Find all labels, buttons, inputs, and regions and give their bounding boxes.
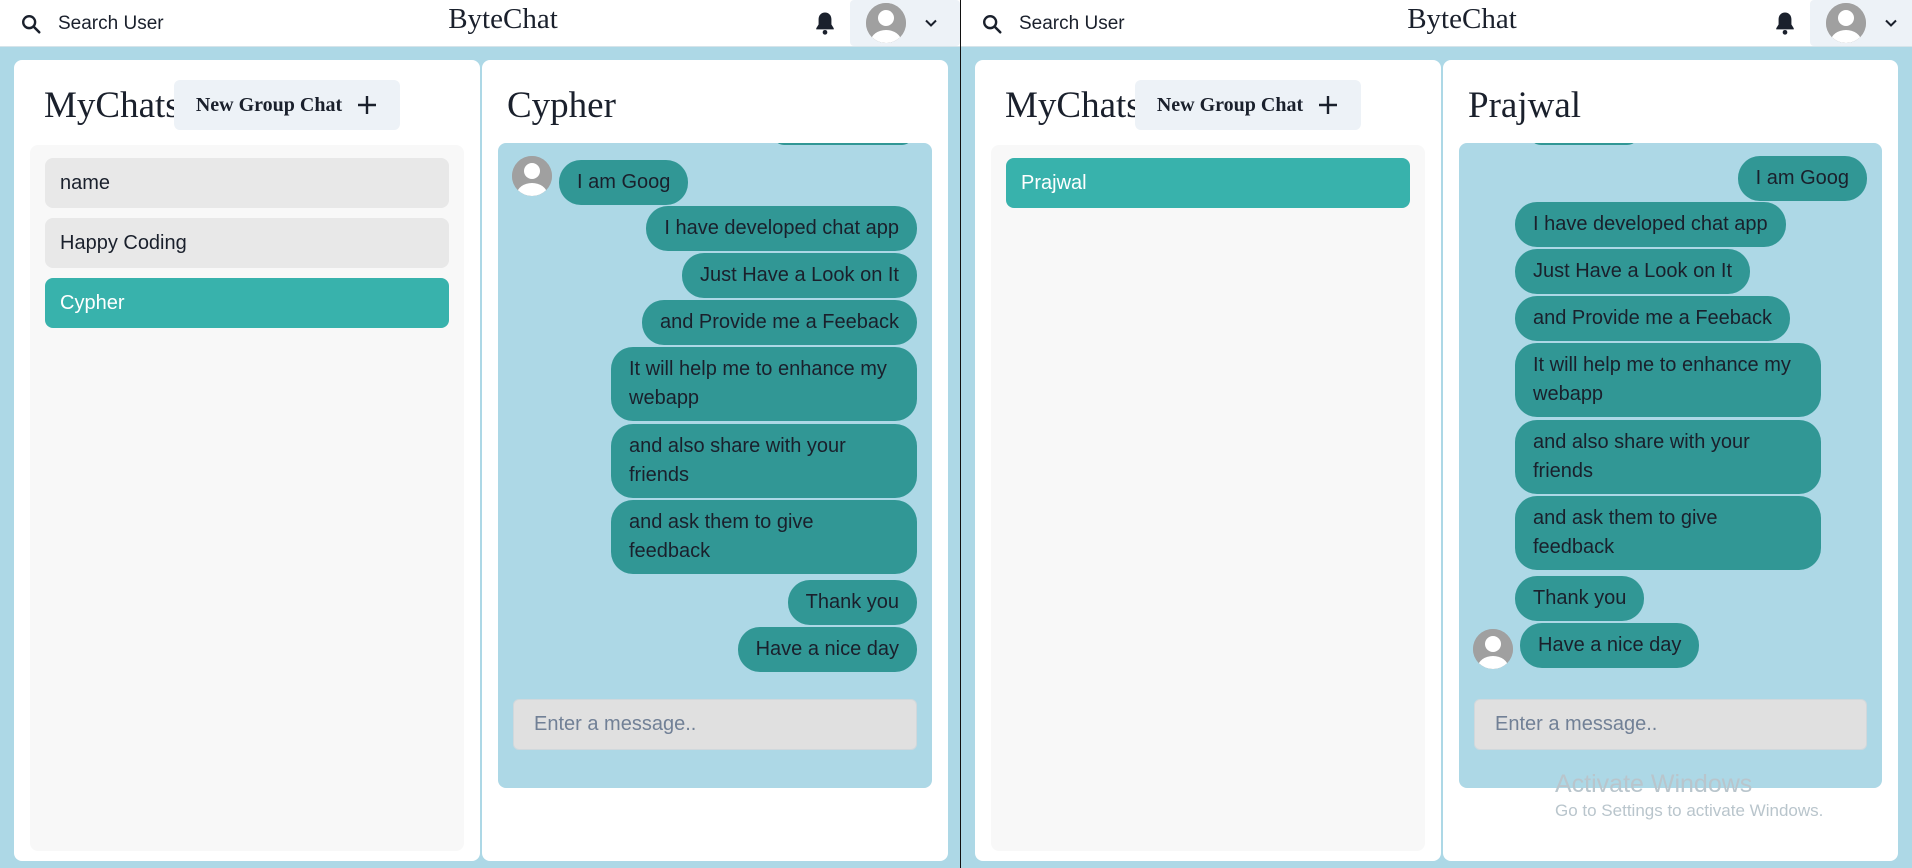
message-bubble: I am Goog <box>1737 156 1867 201</box>
avatar <box>512 156 552 196</box>
user-avatar-icon <box>866 3 906 43</box>
windows-activation-watermark: Activate Windows Go to Settings to activ… <box>1555 770 1823 821</box>
message-bubble: Just Have a Look on It <box>1515 249 1751 294</box>
new-group-chat-button[interactable]: New Group Chat <box>1135 80 1361 130</box>
message-bubble-partial <box>773 143 913 145</box>
message-bubble: Thank you <box>787 580 917 625</box>
user-avatar-icon <box>512 156 552 196</box>
message-bubble: Have a nice day <box>737 627 917 672</box>
user-avatar-icon <box>1826 3 1866 43</box>
message-bubble: I am Goog <box>559 160 689 205</box>
message-bubble: and also share with your friends <box>611 424 917 498</box>
message-bubble: and Provide me a Feeback <box>641 300 917 345</box>
chevron-down-icon <box>925 19 937 27</box>
avatar <box>866 3 906 43</box>
chat-panel: Cypher I am Goog I have developed chat a… <box>482 60 948 861</box>
new-group-chat-label: New Group Chat <box>195 93 343 116</box>
message-bubble-partial <box>1529 143 1639 145</box>
message-bubble: and Provide me a Feeback <box>1515 296 1791 341</box>
message-bubble: I have developed chat app <box>1515 202 1786 247</box>
mychats-panel: MyChats New Group Chat name Happy Coding… <box>14 60 480 861</box>
chevron-down-icon <box>1885 19 1897 27</box>
chat-list: name Happy Coding Cypher <box>30 145 464 851</box>
app-title: ByteChat <box>1407 3 1517 35</box>
message-bubble: Thank you <box>1515 576 1645 621</box>
new-group-chat-label: New Group Chat <box>1156 93 1304 116</box>
user-avatar-icon <box>1473 629 1513 669</box>
mychats-panel: MyChats New Group Chat Prajwal <box>975 60 1441 861</box>
chat-title: Prajwal <box>1468 85 1582 126</box>
chat-title: Cypher <box>507 85 616 126</box>
message-bubble: and also share with your friends <box>1515 420 1821 494</box>
message-bubble: Just Have a Look on It <box>681 253 917 298</box>
message-area[interactable]: I am Goog I have developed chat app Just… <box>498 143 932 788</box>
plus-icon <box>1319 96 1338 114</box>
message-input[interactable] <box>1474 699 1867 750</box>
chat-list: Prajwal <box>991 145 1425 851</box>
top-bar: Search User ByteChat <box>961 0 1912 47</box>
message-input[interactable] <box>513 699 917 750</box>
profile-menu-button[interactable] <box>1810 0 1912 46</box>
watermark-subtitle: Go to Settings to activate Windows. <box>1555 801 1824 820</box>
plus-icon <box>358 96 377 114</box>
chat-list-item[interactable]: Prajwal <box>1006 158 1410 208</box>
message-area[interactable]: I am Goog I have developed chat app Just… <box>1459 143 1882 788</box>
bell-icon[interactable] <box>1771 9 1799 37</box>
chat-list-item[interactable]: Happy Coding <box>45 218 449 268</box>
chat-list-item[interactable]: Cypher <box>45 278 449 328</box>
right-window: Search User ByteChat MyChats New Group C… <box>961 0 1912 868</box>
chat-panel: Prajwal I am Goog I have developed chat … <box>1443 60 1898 861</box>
message-bubble: Have a nice day <box>1520 623 1700 668</box>
top-bar: Search User ByteChat <box>0 0 960 47</box>
chat-list-item[interactable]: name <box>45 158 449 208</box>
profile-menu-button[interactable] <box>850 0 960 46</box>
watermark-title: Activate Windows <box>1555 770 1753 798</box>
message-bubble: It will help me to enhance my webapp <box>1515 343 1821 417</box>
avatar <box>1473 629 1513 669</box>
message-bubble: and ask them to give feedback <box>1515 496 1821 570</box>
bell-icon[interactable] <box>811 9 839 37</box>
message-bubble: It will help me to enhance my webapp <box>611 347 917 421</box>
avatar <box>1826 3 1866 43</box>
left-window: Search User ByteChat MyChats New Group C… <box>0 0 960 868</box>
message-bubble: and ask them to give feedback <box>611 500 917 574</box>
message-bubble: I have developed chat app <box>646 206 917 251</box>
mychats-title: MyChats <box>1005 85 1141 126</box>
mychats-title: MyChats <box>44 85 180 126</box>
new-group-chat-button[interactable]: New Group Chat <box>174 80 400 130</box>
